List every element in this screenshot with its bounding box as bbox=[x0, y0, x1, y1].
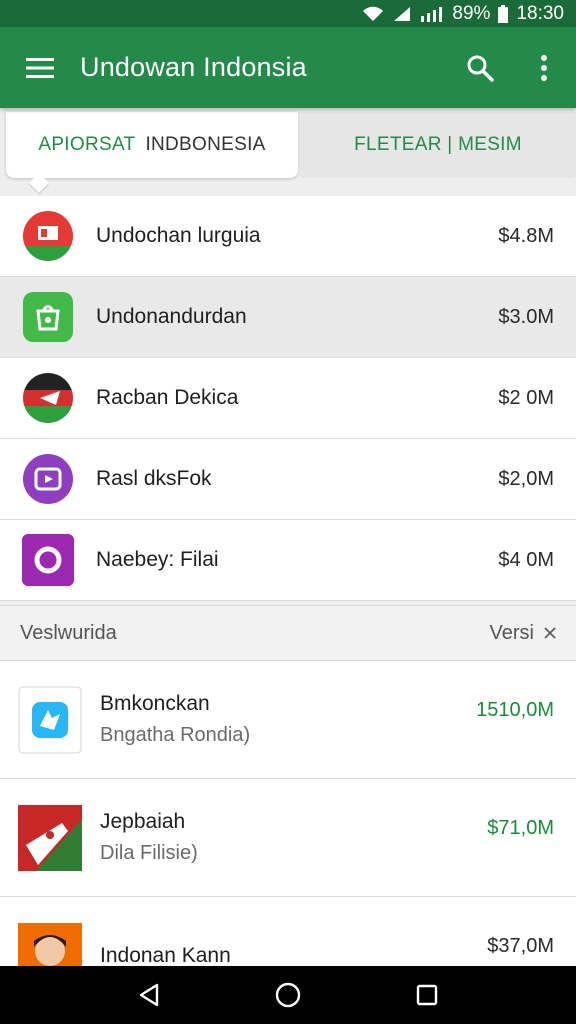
item-price: $2,0M bbox=[498, 467, 554, 490]
item-price: 1510,0M bbox=[476, 699, 554, 721]
list-item[interactable]: Jepbaiah Dila Filisie) $71,0M bbox=[0, 779, 576, 897]
list-item[interactable]: Naebey: Filai $4 0M bbox=[0, 520, 576, 601]
home-button[interactable] bbox=[258, 966, 318, 1024]
item-name: Undonandurdan bbox=[96, 305, 247, 328]
hamburger-menu-icon bbox=[26, 57, 54, 78]
back-button[interactable] bbox=[119, 966, 179, 1024]
item-price: $37,0M bbox=[487, 935, 554, 957]
list-item[interactable]: Undochan lurguia $4.8M bbox=[0, 196, 576, 277]
item-price: $2 0M bbox=[498, 386, 554, 409]
tab-label-green: APIORSAT bbox=[38, 134, 136, 155]
section-title: Veslwurida bbox=[20, 621, 117, 644]
item-price: $71,0M bbox=[487, 817, 554, 839]
green-bag-app-icon bbox=[23, 292, 73, 342]
battery-percent: 89% bbox=[452, 2, 491, 24]
section-filter-label[interactable]: Versi bbox=[490, 622, 534, 645]
menu-button[interactable] bbox=[0, 27, 80, 108]
list-item[interactable]: Racban Dekica $2 0M bbox=[0, 358, 576, 439]
item-name: Rasl dksFok bbox=[96, 467, 212, 490]
page-title: Undowan Indonsia bbox=[80, 52, 307, 82]
purple-media-icon bbox=[23, 454, 73, 504]
recents-square-icon bbox=[416, 984, 437, 1006]
item-price: $4 0M bbox=[498, 548, 554, 571]
item-title: Bmkonckan bbox=[100, 692, 210, 715]
list-item[interactable]: Rasl dksFok $2,0M bbox=[0, 439, 576, 520]
overflow-menu-button[interactable] bbox=[512, 27, 576, 108]
tab-label-dark: INDBONESIA bbox=[145, 134, 266, 155]
tab-apiorsat-indbonesia[interactable]: APIORSAT INDBONESIA bbox=[6, 112, 298, 178]
item-name: Naebey: Filai bbox=[96, 548, 219, 571]
black-red-flag-icon bbox=[23, 373, 73, 423]
item-subtitle: Dila Filisie) bbox=[100, 842, 198, 864]
blue-app-icon bbox=[18, 686, 82, 753]
company-list: Undochan lurguia $4.8M Undonandurdan $3.… bbox=[0, 196, 576, 601]
app-bar: Undowan Indonsia bbox=[0, 27, 576, 108]
item-name: Racban Dekica bbox=[96, 386, 239, 409]
item-name: Undochan lurguia bbox=[96, 224, 261, 247]
item-subtitle: Bngatha Rondia) bbox=[100, 724, 251, 746]
more-vert-icon bbox=[541, 54, 547, 81]
green-red-flag-icon bbox=[18, 804, 82, 871]
red-flag-app-icon bbox=[23, 211, 73, 261]
list-item[interactable]: Undonandurdan $3.0M bbox=[0, 277, 576, 358]
back-triangle-icon bbox=[140, 983, 159, 1007]
search-icon bbox=[467, 55, 494, 82]
status-bar: 89% 18:30 bbox=[0, 0, 576, 27]
list-item[interactable]: Bmkonckan Bngatha Rondia) 1510,0M bbox=[0, 661, 576, 779]
item-price: $3.0M bbox=[498, 305, 554, 328]
tab-fletear-mesim[interactable]: FLETEAR | MESIM bbox=[300, 112, 576, 178]
purple-circle-icon bbox=[22, 534, 74, 586]
item-title: Jepbaiah bbox=[100, 810, 186, 833]
system-nav-bar bbox=[0, 966, 576, 1024]
clock: 18:30 bbox=[516, 2, 564, 24]
section-header: Veslwurida Versi bbox=[0, 605, 576, 661]
item-title: Indonan Kann bbox=[100, 943, 231, 967]
signal-icon bbox=[392, 5, 412, 23]
signal-bars-icon bbox=[420, 5, 444, 23]
close-icon[interactable] bbox=[544, 622, 556, 645]
recents-button[interactable] bbox=[397, 966, 457, 1024]
tab-bar: APIORSAT INDBONESIA FLETEAR | MESIM bbox=[0, 108, 576, 193]
detail-list: Bmkonckan Bngatha Rondia) 1510,0M Jepbai… bbox=[0, 661, 576, 1015]
search-button[interactable] bbox=[448, 27, 512, 108]
item-price: $4.8M bbox=[498, 224, 554, 247]
wifi-icon bbox=[362, 5, 384, 23]
battery-icon bbox=[498, 4, 509, 23]
home-circle-icon bbox=[275, 982, 301, 1008]
